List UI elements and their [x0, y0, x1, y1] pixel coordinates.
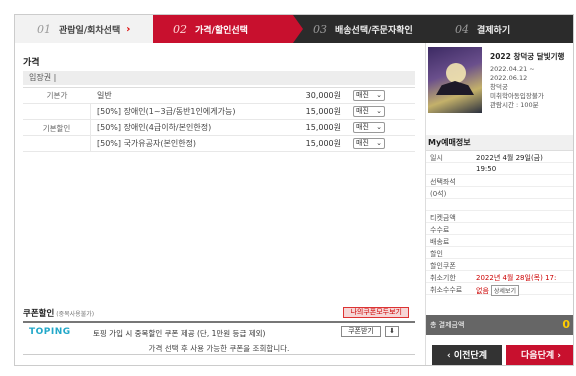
receive-coupon-button[interactable]: 쿠폰받기: [341, 326, 381, 337]
step-label: 관람일/회차선택: [59, 25, 121, 36]
info-row: 일시 2022년 4월 29일(금): [426, 151, 573, 163]
step-label: 배송선택/주문자확인: [335, 25, 413, 36]
info-row: [426, 199, 573, 211]
info-key: (0석): [430, 190, 447, 198]
select-value: 매진: [356, 123, 369, 131]
show-poster: [428, 47, 482, 113]
prev-step-button[interactable]: ‹ 이전단계: [432, 345, 502, 365]
coupon-header: 쿠폰할인 (중복사용불가) 나의쿠폰모두보기: [23, 307, 415, 321]
discount-category: 기본할인: [23, 104, 91, 152]
quantity-select[interactable]: 매진 ⌄: [353, 138, 385, 149]
toping-logo: TOPING: [29, 327, 71, 337]
coupon-promo-text: 토핑 가입 시 중복할인 쿠폰 제공 (단, 1만원 등급 제외): [93, 329, 266, 338]
reservation-info: 일시 2022년 4월 29일(금) 19:50 선택좌석 (0석) 티켓금액 수…: [426, 151, 573, 296]
price-amount: 15,000원: [305, 123, 341, 132]
select-value: 매진: [356, 107, 369, 115]
info-key: 할인쿠폰: [430, 262, 456, 270]
show-runtime: 관람시간 : 100분: [490, 101, 539, 109]
ticket-type-header: 입장권 |: [23, 71, 415, 85]
step-number: 04: [455, 22, 469, 36]
chevron-down-icon: ⌄: [376, 107, 382, 115]
show-venue: 창덕궁: [490, 83, 508, 91]
info-row: 티켓금액: [426, 211, 573, 223]
show-title: 2022 창덕궁 달빛기행: [490, 52, 565, 61]
info-key: 배송료: [430, 238, 450, 246]
cancel-fee-text: 없음: [476, 287, 489, 295]
chevron-down-icon: ⌄: [376, 139, 382, 147]
step-3[interactable]: 03 배송선택/주문자확인: [293, 15, 433, 43]
info-key: 수수료: [430, 226, 450, 234]
info-row: 취소기한 2022년 4월 28일(목) 17:: [426, 271, 573, 283]
step-number: 01: [37, 22, 51, 36]
info-key: 취소기한: [430, 274, 456, 282]
info-value: 2022년 4월 29일(금): [476, 154, 543, 162]
my-coupons-button[interactable]: 나의쿠폰모두보기: [343, 307, 409, 318]
step-1[interactable]: 01 관람일/회차선택 ›: [15, 15, 153, 43]
step-number: 02: [173, 22, 187, 36]
palace-roof-graphic: [436, 81, 474, 95]
total-bar: 총 결제금액 0: [426, 315, 573, 335]
info-row: 선택좌석: [426, 175, 573, 187]
show-meta: 2022.04.21 ~ 2022.06.12 창덕궁 미취학아동입장불가 관람…: [490, 65, 544, 110]
quantity-select[interactable]: 매진 ⌄: [353, 122, 385, 133]
step-bar: 01 관람일/회차선택 › 02 가격/할인선택 03 배송선택/주문자확인 0…: [15, 15, 573, 43]
price-name: 일반: [97, 91, 112, 100]
coupon-note: (중복사용불가): [56, 311, 95, 318]
step-4[interactable]: 04 결제하기: [433, 15, 573, 43]
step-2-active[interactable]: 02 가격/할인선택: [153, 15, 303, 43]
show-info: 2022 창덕궁 달빛기행 2022.04.21 ~ 2022.06.12 창덕…: [426, 43, 573, 113]
cancel-fee-value: 없음 상세보기: [476, 285, 519, 296]
price-panel: 가격 입장권 | 기본가 일반 30,000원 매진 ⌄ [50%] 장애인(1~…: [23, 55, 415, 363]
info-key: 취소수수료: [430, 286, 463, 294]
price-name: [50%] 장애인(1~3급/동반1인에게가능): [97, 107, 236, 116]
show-period-start: 2022.04.21 ~: [490, 65, 535, 73]
info-row: 할인: [426, 247, 573, 259]
price-section-title: 가격: [23, 58, 40, 68]
info-row: 할인쿠폰: [426, 259, 573, 271]
info-row: 취소수수료 없음 상세보기: [426, 283, 573, 296]
booking-window: 01 관람일/회차선택 › 02 가격/할인선택 03 배송선택/주문자확인 0…: [14, 14, 574, 366]
price-row: 기본가 일반 30,000원 매진 ⌄: [23, 88, 415, 104]
info-key: 선택좌석: [430, 178, 456, 186]
summary-panel: 2022 창덕궁 달빛기행 2022.04.21 ~ 2022.06.12 창덕…: [425, 43, 573, 365]
info-row: 배송료: [426, 235, 573, 247]
total-label: 총 결제금액: [430, 321, 465, 329]
chevron-down-icon: ⌄: [376, 91, 382, 99]
coupon-box: TOPING 토핑 가입 시 중복할인 쿠폰 제공 (단, 1만원 등급 제외)…: [23, 321, 415, 355]
download-icon[interactable]: ⬇: [385, 326, 399, 337]
price-amount: 15,000원: [305, 107, 341, 116]
select-value: 매진: [356, 91, 369, 99]
info-key: 일시: [430, 154, 443, 162]
moon-graphic: [446, 63, 466, 83]
info-row: 19:50: [426, 163, 573, 175]
quantity-select[interactable]: 매진 ⌄: [353, 90, 385, 101]
price-name: [50%] 국가유공자(본인한정): [97, 139, 197, 148]
price-name: [50%] 장애인(4급이하/본인한정): [97, 123, 212, 132]
price-amount: 15,000원: [305, 139, 341, 148]
step-number: 03: [313, 22, 327, 36]
cancel-deadline-value: 2022년 4월 28일(목) 17:: [476, 274, 557, 282]
show-age-limit: 미취학아동입장불가: [490, 92, 544, 100]
next-step-button[interactable]: 다음단계 ›: [506, 345, 573, 365]
info-key: 티켓금액: [430, 214, 456, 222]
coupon-message: 가격 선택 후 사용 가능한 쿠폰을 조회합니다.: [148, 344, 290, 353]
chevron-right-icon: ›: [126, 23, 131, 35]
total-amount: 0: [562, 318, 570, 331]
info-row: (0석): [426, 187, 573, 199]
step-label: 가격/할인선택: [195, 25, 248, 36]
info-row: 수수료: [426, 223, 573, 235]
price-category: 기본가: [46, 91, 68, 100]
quantity-select[interactable]: 매진 ⌄: [353, 106, 385, 117]
price-amount: 30,000원: [305, 91, 341, 100]
reservation-title: My예매정보: [426, 135, 573, 151]
info-key: 할인: [430, 250, 443, 258]
coupon-title: 쿠폰할인: [23, 309, 55, 319]
show-period-end: 2022.06.12: [490, 74, 528, 82]
info-value: 19:50: [476, 165, 497, 173]
detail-button[interactable]: 상세보기: [490, 285, 519, 296]
price-table: 기본가 일반 30,000원 매진 ⌄ [50%] 장애인(1~3급/동반1인에게…: [23, 87, 415, 152]
step-label: 결제하기: [477, 25, 511, 36]
select-value: 매진: [356, 139, 369, 147]
chevron-down-icon: ⌄: [376, 123, 382, 131]
